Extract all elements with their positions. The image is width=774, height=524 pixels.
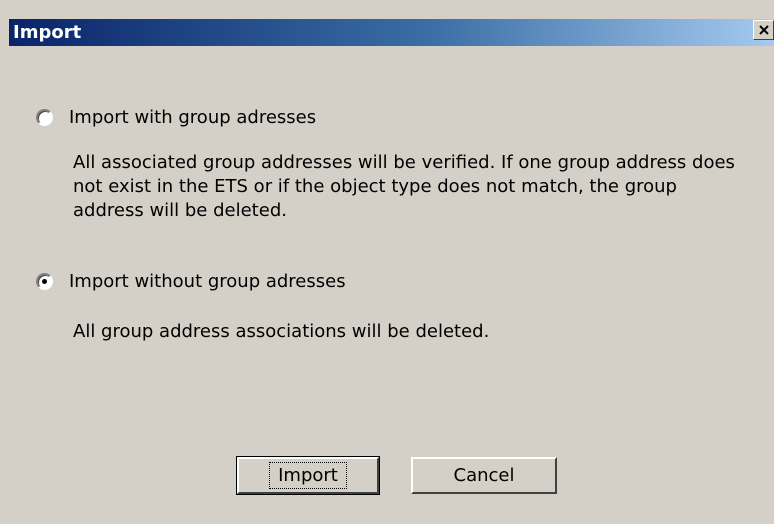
radio-selected-dot: [42, 279, 47, 284]
cancel-button-label: Cancel: [453, 465, 515, 486]
radio-label-without-group-addresses: Import without group adresses: [69, 271, 346, 292]
radio-button-with-group-addresses[interactable]: [36, 109, 53, 126]
radio-option-without-group-addresses[interactable]: Import without group adresses: [36, 271, 346, 292]
cancel-button[interactable]: Cancel: [411, 457, 557, 494]
dialog-title: Import: [13, 22, 82, 43]
import-button[interactable]: Import: [236, 456, 380, 495]
close-icon: [759, 25, 769, 35]
radio-option-with-group-addresses[interactable]: Import with group adresses: [36, 107, 316, 128]
import-dialog: Import Import with group adresses All as…: [0, 0, 774, 524]
description-without-group-addresses: All group address associations will be d…: [73, 321, 490, 342]
title-bar[interactable]: Import: [9, 19, 774, 46]
radio-button-without-group-addresses[interactable]: [36, 273, 53, 290]
description-with-group-addresses: All associated group addresses will be v…: [73, 152, 735, 221]
import-button-label: Import: [269, 462, 347, 489]
radio-label-with-group-addresses: Import with group adresses: [69, 107, 317, 128]
close-button[interactable]: [753, 20, 774, 40]
